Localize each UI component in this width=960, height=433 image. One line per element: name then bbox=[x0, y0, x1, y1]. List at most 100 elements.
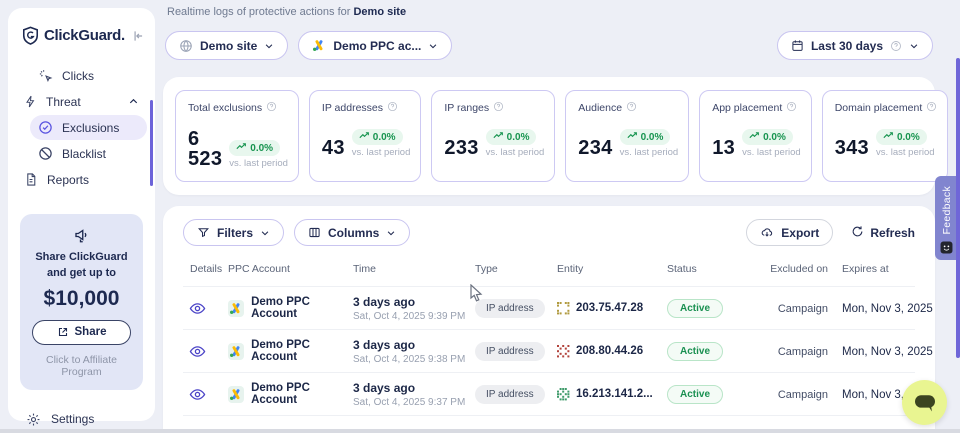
logo-row: ClickGuard. bbox=[8, 22, 155, 49]
stat-vs-label: vs. last period bbox=[620, 147, 679, 158]
stat-value: 343 bbox=[835, 138, 869, 158]
stat-card-ip-addresses: IP addresses 43 0.0% vs. last period bbox=[309, 90, 421, 182]
entity-identicon-icon bbox=[557, 388, 570, 401]
sidebar-item-threat[interactable]: Threat bbox=[16, 89, 147, 114]
column-header-status: Status bbox=[667, 255, 762, 283]
feedback-smiley-icon bbox=[940, 241, 953, 259]
ban-icon bbox=[38, 146, 53, 161]
status-badge: Active bbox=[667, 299, 723, 318]
row-details-eye-icon[interactable] bbox=[183, 388, 228, 401]
column-header-expires-at: Expires at bbox=[828, 255, 935, 283]
stat-vs-label: vs. last period bbox=[876, 147, 935, 158]
promo-amount: $10,000 bbox=[28, 287, 135, 311]
funnel-icon bbox=[197, 226, 210, 239]
stat-value: 43 bbox=[322, 138, 345, 158]
promo-text: Share ClickGuard and get up to bbox=[30, 250, 134, 282]
help-circle-icon[interactable] bbox=[626, 101, 637, 115]
chevron-down-icon bbox=[428, 41, 438, 51]
stat-vs-label: vs. last period bbox=[486, 147, 545, 158]
refresh-button[interactable]: Refresh bbox=[851, 225, 915, 241]
time-cell: 3 days ago Sat, Oct 4, 2025 9:38 PM bbox=[353, 338, 475, 365]
account-filter-dropdown[interactable]: Demo PPC ac... bbox=[298, 31, 452, 60]
sidebar-scrollbar[interactable] bbox=[150, 100, 153, 186]
subtitle-site-name: Demo site bbox=[353, 6, 406, 18]
chat-launcher-button[interactable] bbox=[902, 380, 947, 425]
affiliate-promo-card[interactable]: Share ClickGuard and get up to $10,000 S… bbox=[20, 214, 143, 390]
stat-label: Audience bbox=[578, 102, 622, 114]
sidebar-item-settings[interactable]: Settings bbox=[8, 412, 155, 427]
table-row[interactable]: Demo PPC Account 3 days ago Sat, Oct 4, … bbox=[183, 329, 915, 372]
sidebar-item-clicks[interactable]: Clicks bbox=[30, 63, 147, 88]
entity-identicon-icon bbox=[557, 302, 570, 315]
logs-table-panel: Filters Columns bbox=[163, 206, 935, 433]
document-icon bbox=[24, 172, 38, 187]
chat-bubble-icon bbox=[913, 393, 937, 413]
column-header-type: Type bbox=[475, 255, 557, 283]
bottom-edge bbox=[0, 429, 960, 433]
help-circle-icon bbox=[890, 40, 902, 52]
column-header-time: Time bbox=[353, 255, 475, 283]
external-link-icon bbox=[57, 326, 69, 338]
help-circle-icon[interactable] bbox=[387, 101, 398, 115]
google-ads-icon bbox=[228, 300, 244, 317]
export-button[interactable]: Export bbox=[746, 219, 833, 246]
clickguard-shield-icon bbox=[22, 26, 39, 45]
column-header-details: Details bbox=[183, 255, 228, 283]
status-badge: Active bbox=[667, 385, 723, 404]
type-badge: IP address bbox=[475, 342, 545, 361]
promo-caption: Click to Affiliate Program bbox=[28, 354, 135, 378]
stat-value: 234 bbox=[578, 138, 612, 158]
excluded-on-cell: Campaign bbox=[778, 346, 828, 358]
ppc-account-cell: Demo PPC Account bbox=[228, 339, 353, 363]
sidebar-item-reports[interactable]: Reports bbox=[16, 167, 147, 192]
column-header-excluded-on: Excluded on bbox=[762, 255, 828, 283]
stats-panel: Total exclusions 6 523 0.0% vs. last per… bbox=[163, 77, 935, 195]
page-scrollbar[interactable] bbox=[956, 58, 960, 358]
google-ads-icon bbox=[228, 386, 244, 403]
chevron-down-icon bbox=[264, 41, 274, 51]
cloud-download-icon bbox=[760, 226, 774, 239]
date-range-dropdown[interactable]: Last 30 days bbox=[777, 31, 933, 60]
stat-delta-badge: 0.0% bbox=[620, 129, 671, 145]
help-circle-icon[interactable] bbox=[786, 101, 797, 115]
columns-dropdown[interactable]: Columns bbox=[294, 219, 410, 246]
table-row[interactable]: Demo PPC Account 3 days ago Sat, Oct 4, … bbox=[183, 286, 915, 329]
trend-up-icon bbox=[883, 131, 894, 143]
chevron-down-icon bbox=[260, 228, 270, 238]
sidebar-nav: Clicks Threat Exclusions Blacklist Repor… bbox=[8, 63, 155, 192]
table-row[interactable]: Demo PPC Account 3 days ago Sat, Oct 4, … bbox=[183, 372, 915, 415]
expires-at-cell: Mon, Nov 3, 2025 bbox=[842, 346, 933, 358]
help-circle-icon[interactable] bbox=[926, 101, 937, 115]
table-toolbar: Filters Columns bbox=[163, 206, 935, 246]
sidebar-collapse-icon[interactable] bbox=[131, 29, 145, 43]
stat-card-ip-ranges: IP ranges 233 0.0% vs. last period bbox=[431, 90, 555, 182]
settings-label: Settings bbox=[51, 412, 94, 426]
lightning-icon bbox=[24, 94, 37, 109]
google-ads-icon bbox=[312, 39, 326, 52]
sidebar-item-blacklist[interactable]: Blacklist bbox=[30, 141, 147, 166]
stat-value: 13 bbox=[712, 138, 735, 158]
stat-vs-label: vs. last period bbox=[352, 147, 411, 158]
site-filter-dropdown[interactable]: Demo site bbox=[165, 31, 288, 60]
columns-icon bbox=[308, 226, 321, 239]
ppc-account-cell: Demo PPC Account bbox=[228, 382, 353, 406]
chevron-down-icon bbox=[386, 228, 396, 238]
help-circle-icon[interactable] bbox=[266, 101, 277, 115]
refresh-icon bbox=[851, 225, 864, 241]
cursor-click-icon bbox=[38, 68, 53, 83]
sidebar-item-exclusions[interactable]: Exclusions bbox=[30, 115, 147, 140]
logs-table: Details PPC Account Time Type Entity Sta… bbox=[163, 252, 935, 433]
feedback-tab[interactable]: Feedback bbox=[935, 176, 958, 260]
sidebar-item-label: Clicks bbox=[62, 69, 94, 83]
filters-dropdown[interactable]: Filters bbox=[183, 219, 284, 246]
stat-card-total-exclusions: Total exclusions 6 523 0.0% vs. last per… bbox=[175, 90, 299, 182]
column-header-ppc-account: PPC Account bbox=[228, 255, 353, 283]
type-badge: IP address bbox=[475, 299, 545, 318]
row-details-eye-icon[interactable] bbox=[183, 302, 228, 315]
excluded-on-cell: Campaign bbox=[778, 389, 828, 401]
chevron-up-icon bbox=[128, 96, 139, 107]
share-button[interactable]: Share bbox=[32, 320, 131, 345]
row-details-eye-icon[interactable] bbox=[183, 345, 228, 358]
help-circle-icon[interactable] bbox=[493, 101, 504, 115]
stat-label: IP ranges bbox=[444, 102, 489, 114]
